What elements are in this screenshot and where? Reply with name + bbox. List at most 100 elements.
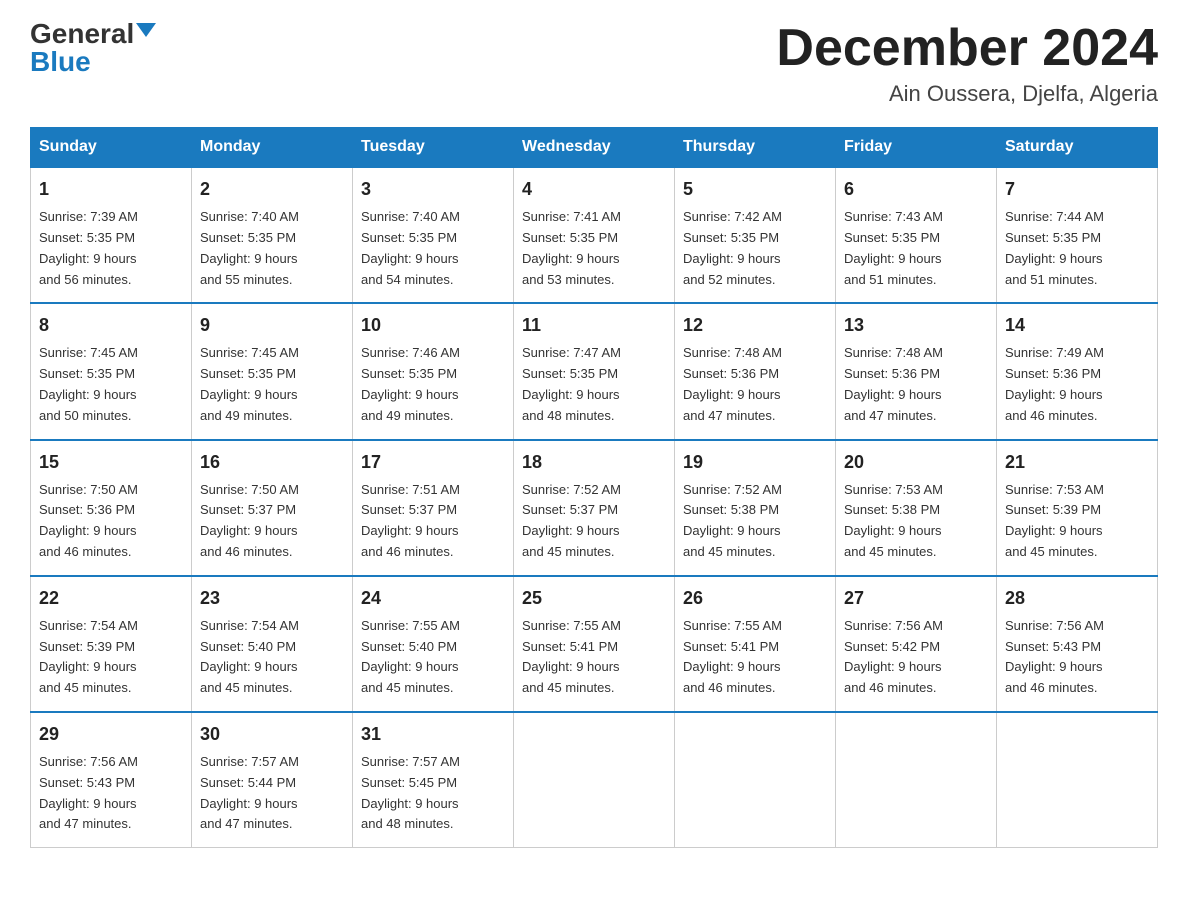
day-info: Sunrise: 7:53 AMSunset: 5:38 PMDaylight:… <box>844 482 943 559</box>
calendar-day-cell: 15Sunrise: 7:50 AMSunset: 5:36 PMDayligh… <box>31 440 192 576</box>
calendar-table: Sunday Monday Tuesday Wednesday Thursday… <box>30 127 1158 848</box>
day-info: Sunrise: 7:40 AMSunset: 5:35 PMDaylight:… <box>200 209 299 286</box>
day-info: Sunrise: 7:39 AMSunset: 5:35 PMDaylight:… <box>39 209 138 286</box>
day-number: 2 <box>200 176 344 203</box>
day-info: Sunrise: 7:46 AMSunset: 5:35 PMDaylight:… <box>361 345 460 422</box>
logo-blue-text: Blue <box>30 48 91 76</box>
day-info: Sunrise: 7:52 AMSunset: 5:38 PMDaylight:… <box>683 482 782 559</box>
day-number: 30 <box>200 721 344 748</box>
calendar-week-row: 29 Sunrise: 7:56 AMSunset: 5:43 PMDayligh… <box>31 712 1158 848</box>
day-number: 13 <box>844 312 988 339</box>
calendar-day-cell: 10 Sunrise: 7:46 AMSunset: 5:35 PMDayligh… <box>353 303 514 439</box>
calendar-week-row: 22 Sunrise: 7:54 AMSunset: 5:39 PMDayligh… <box>31 576 1158 712</box>
day-number: 18 <box>522 449 666 476</box>
day-info: Sunrise: 7:43 AMSunset: 5:35 PMDaylight:… <box>844 209 943 286</box>
day-info: Sunrise: 7:55 AMSunset: 5:40 PMDaylight:… <box>361 618 460 695</box>
day-number: 1 <box>39 176 183 203</box>
calendar-day-cell: 12Sunrise: 7:48 AMSunset: 5:36 PMDayligh… <box>675 303 836 439</box>
calendar-day-cell: 19Sunrise: 7:52 AMSunset: 5:38 PMDayligh… <box>675 440 836 576</box>
day-number: 23 <box>200 585 344 612</box>
calendar-day-cell: 11Sunrise: 7:47 AMSunset: 5:35 PMDayligh… <box>514 303 675 439</box>
calendar-day-cell: 14 Sunrise: 7:49 AMSunset: 5:36 PMDayligh… <box>997 303 1158 439</box>
day-number: 14 <box>1005 312 1149 339</box>
day-number: 27 <box>844 585 988 612</box>
day-number: 16 <box>200 449 344 476</box>
day-info: Sunrise: 7:57 AMSunset: 5:45 PMDaylight:… <box>361 754 460 831</box>
day-info: Sunrise: 7:53 AMSunset: 5:39 PMDaylight:… <box>1005 482 1104 559</box>
day-info: Sunrise: 7:48 AMSunset: 5:36 PMDaylight:… <box>683 345 782 422</box>
day-info: Sunrise: 7:50 AMSunset: 5:37 PMDaylight:… <box>200 482 299 559</box>
day-number: 25 <box>522 585 666 612</box>
day-info: Sunrise: 7:40 AMSunset: 5:35 PMDaylight:… <box>361 209 460 286</box>
day-number: 9 <box>200 312 344 339</box>
day-number: 7 <box>1005 176 1149 203</box>
calendar-day-cell <box>514 712 675 848</box>
day-info: Sunrise: 7:52 AMSunset: 5:37 PMDaylight:… <box>522 482 621 559</box>
day-number: 10 <box>361 312 505 339</box>
header-tuesday: Tuesday <box>353 128 514 168</box>
day-number: 3 <box>361 176 505 203</box>
calendar-day-cell: 6 Sunrise: 7:43 AMSunset: 5:35 PMDaylight… <box>836 167 997 303</box>
logo: General Blue <box>30 20 156 76</box>
day-number: 24 <box>361 585 505 612</box>
day-info: Sunrise: 7:54 AMSunset: 5:40 PMDaylight:… <box>200 618 299 695</box>
header-saturday: Saturday <box>997 128 1158 168</box>
logo-general-text: General <box>30 20 134 48</box>
calendar-day-cell <box>997 712 1158 848</box>
day-info: Sunrise: 7:45 AMSunset: 5:35 PMDaylight:… <box>200 345 299 422</box>
calendar-day-cell: 24 Sunrise: 7:55 AMSunset: 5:40 PMDayligh… <box>353 576 514 712</box>
calendar-day-cell: 31Sunrise: 7:57 AMSunset: 5:45 PMDayligh… <box>353 712 514 848</box>
day-info: Sunrise: 7:49 AMSunset: 5:36 PMDaylight:… <box>1005 345 1104 422</box>
day-number: 29 <box>39 721 183 748</box>
header-sunday: Sunday <box>31 128 192 168</box>
calendar-day-cell: 25Sunrise: 7:55 AMSunset: 5:41 PMDayligh… <box>514 576 675 712</box>
day-number: 8 <box>39 312 183 339</box>
calendar-day-cell: 17 Sunrise: 7:51 AMSunset: 5:37 PMDayligh… <box>353 440 514 576</box>
calendar-day-cell: 16 Sunrise: 7:50 AMSunset: 5:37 PMDayligh… <box>192 440 353 576</box>
day-number: 6 <box>844 176 988 203</box>
day-info: Sunrise: 7:42 AMSunset: 5:35 PMDaylight:… <box>683 209 782 286</box>
day-number: 15 <box>39 449 183 476</box>
day-number: 22 <box>39 585 183 612</box>
calendar-day-cell <box>675 712 836 848</box>
day-info: Sunrise: 7:54 AMSunset: 5:39 PMDaylight:… <box>39 618 138 695</box>
day-info: Sunrise: 7:56 AMSunset: 5:43 PMDaylight:… <box>39 754 138 831</box>
page-header: General Blue December 2024 Ain Oussera, … <box>30 20 1158 107</box>
calendar-day-cell: 3 Sunrise: 7:40 AMSunset: 5:35 PMDaylight… <box>353 167 514 303</box>
day-number: 20 <box>844 449 988 476</box>
calendar-day-cell: 7 Sunrise: 7:44 AMSunset: 5:35 PMDaylight… <box>997 167 1158 303</box>
calendar-day-cell: 22 Sunrise: 7:54 AMSunset: 5:39 PMDayligh… <box>31 576 192 712</box>
calendar-day-cell: 13 Sunrise: 7:48 AMSunset: 5:36 PMDayligh… <box>836 303 997 439</box>
day-number: 26 <box>683 585 827 612</box>
calendar-day-cell: 1 Sunrise: 7:39 AMSunset: 5:35 PMDaylight… <box>31 167 192 303</box>
calendar-day-cell: 2 Sunrise: 7:40 AMSunset: 5:35 PMDaylight… <box>192 167 353 303</box>
day-info: Sunrise: 7:55 AMSunset: 5:41 PMDaylight:… <box>683 618 782 695</box>
header-thursday: Thursday <box>675 128 836 168</box>
calendar-day-cell: 27 Sunrise: 7:56 AMSunset: 5:42 PMDayligh… <box>836 576 997 712</box>
calendar-day-cell: 26 Sunrise: 7:55 AMSunset: 5:41 PMDayligh… <box>675 576 836 712</box>
day-number: 4 <box>522 176 666 203</box>
calendar-week-row: 1 Sunrise: 7:39 AMSunset: 5:35 PMDaylight… <box>31 167 1158 303</box>
day-number: 11 <box>522 312 666 339</box>
calendar-day-cell: 23 Sunrise: 7:54 AMSunset: 5:40 PMDayligh… <box>192 576 353 712</box>
day-info: Sunrise: 7:56 AMSunset: 5:42 PMDaylight:… <box>844 618 943 695</box>
calendar-day-cell: 21 Sunrise: 7:53 AMSunset: 5:39 PMDayligh… <box>997 440 1158 576</box>
calendar-day-cell: 28Sunrise: 7:56 AMSunset: 5:43 PMDayligh… <box>997 576 1158 712</box>
calendar-title: December 2024 <box>776 20 1158 77</box>
day-info: Sunrise: 7:45 AMSunset: 5:35 PMDaylight:… <box>39 345 138 422</box>
day-info: Sunrise: 7:44 AMSunset: 5:35 PMDaylight:… <box>1005 209 1104 286</box>
day-info: Sunrise: 7:51 AMSunset: 5:37 PMDaylight:… <box>361 482 460 559</box>
day-number: 21 <box>1005 449 1149 476</box>
calendar-day-cell: 20 Sunrise: 7:53 AMSunset: 5:38 PMDayligh… <box>836 440 997 576</box>
header-friday: Friday <box>836 128 997 168</box>
day-number: 28 <box>1005 585 1149 612</box>
calendar-subtitle: Ain Oussera, Djelfa, Algeria <box>776 81 1158 107</box>
weekday-header-row: Sunday Monday Tuesday Wednesday Thursday… <box>31 128 1158 168</box>
calendar-week-row: 8 Sunrise: 7:45 AMSunset: 5:35 PMDaylight… <box>31 303 1158 439</box>
day-number: 17 <box>361 449 505 476</box>
day-info: Sunrise: 7:57 AMSunset: 5:44 PMDaylight:… <box>200 754 299 831</box>
calendar-day-cell: 30 Sunrise: 7:57 AMSunset: 5:44 PMDayligh… <box>192 712 353 848</box>
calendar-week-row: 15Sunrise: 7:50 AMSunset: 5:36 PMDayligh… <box>31 440 1158 576</box>
day-info: Sunrise: 7:41 AMSunset: 5:35 PMDaylight:… <box>522 209 621 286</box>
day-info: Sunrise: 7:48 AMSunset: 5:36 PMDaylight:… <box>844 345 943 422</box>
